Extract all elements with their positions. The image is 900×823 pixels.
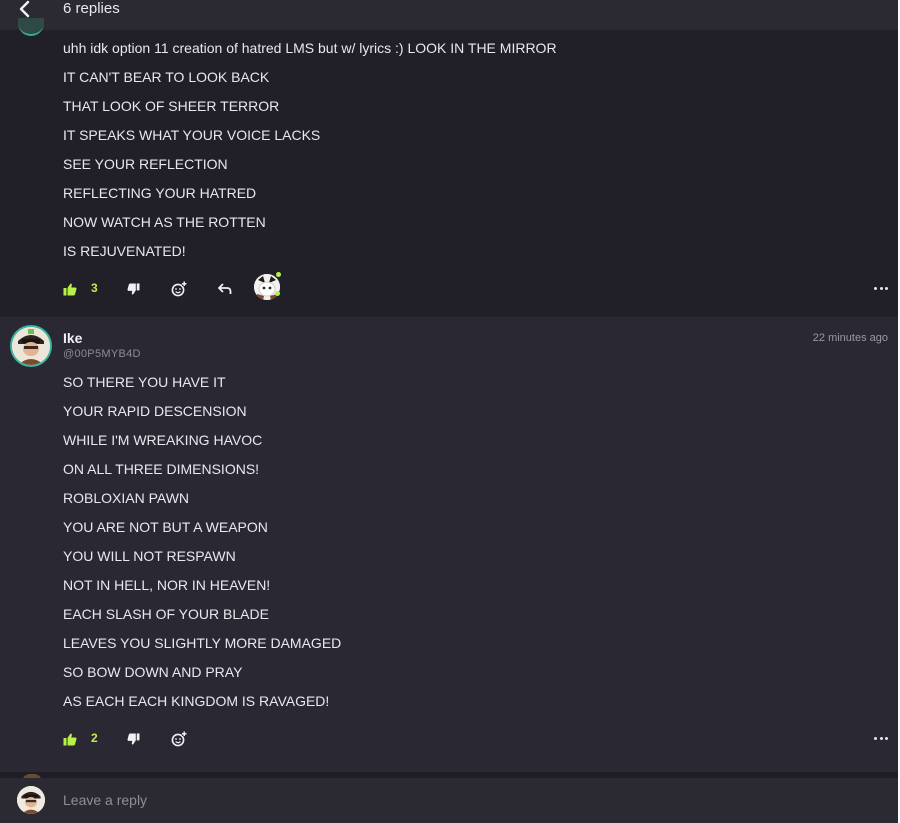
thumbs-down-icon (127, 283, 139, 295)
more-options-button[interactable] (874, 285, 888, 291)
add-reaction-icon (171, 731, 187, 747)
online-indicator (276, 272, 281, 277)
back-button[interactable] (14, 0, 36, 18)
reply-comment: uhh idk option 11 creation of hatred LMS… (0, 18, 900, 317)
comment-line: REFLECTING YOUR HATRED (63, 185, 257, 201)
comment-line: EACH SLASH OF YOUR BLADE (63, 606, 269, 622)
comment-timestamp: 22 minutes ago (812, 332, 888, 344)
author-handle[interactable]: @00P5MYB4D (63, 348, 141, 360)
thumbs-down-icon (127, 733, 139, 745)
more-options-button[interactable] (874, 735, 888, 741)
more-horizontal-icon (885, 736, 888, 740)
online-indicator (275, 291, 280, 296)
reactor-avatar[interactable] (254, 274, 280, 300)
avatar[interactable] (18, 18, 44, 36)
replies-list: uhh idk option 11 creation of hatred LMS… (0, 18, 900, 782)
comment-line: SO THERE YOU HAVE IT (63, 374, 226, 390)
reply-comment: Ike @00P5MYB4D 22 minutes ago SO THERE Y… (0, 317, 900, 772)
reply-arrow-icon (218, 283, 232, 294)
comment-line: WHILE I'M WREAKING HAVOC (63, 432, 263, 448)
avatar-image (254, 274, 280, 300)
comment-line: SEE YOUR REFLECTION (63, 156, 228, 172)
comment-line: LEAVES YOU SLIGHTLY MORE DAMAGED (63, 635, 342, 651)
more-horizontal-icon (879, 736, 883, 740)
comment-actions: 3 (0, 272, 900, 301)
like-count: 3 (91, 281, 98, 295)
author-avatar[interactable] (10, 325, 52, 367)
reply-button[interactable] (217, 277, 233, 301)
author-name[interactable]: Ike (63, 330, 82, 346)
comment-actions: 2 (0, 727, 900, 751)
add-reaction-icon (171, 281, 187, 297)
thumbs-up-icon (63, 732, 77, 745)
comment-body: SO THERE YOU HAVE IT YOUR RAPID DESCENSI… (63, 368, 900, 716)
comment-line: ROBLOXIAN PAWN (63, 490, 190, 506)
comment-line: NOW WATCH AS THE ROTTEN (63, 214, 266, 230)
reply-input[interactable] (63, 786, 883, 814)
chevron-left-icon (19, 0, 30, 18)
more-horizontal-icon (885, 286, 888, 290)
thumbs-up-icon (63, 282, 77, 295)
comment-line: THAT LOOK OF SHEER TERROR (63, 98, 280, 114)
avatar-image (17, 786, 45, 814)
add-reaction-button[interactable] (170, 277, 188, 301)
reply-count-title: 6 replies (63, 0, 120, 17)
comment-line: YOUR RAPID DESCENSION (63, 403, 247, 419)
dislike-button[interactable] (126, 727, 140, 751)
reply-composer (0, 778, 900, 823)
more-horizontal-icon (874, 736, 877, 740)
comment-line: YOU ARE NOT BUT A WEAPON (63, 519, 268, 535)
comment-body: uhh idk option 11 creation of hatred LMS… (63, 34, 900, 266)
comment-line: IT SPEAKS WHAT YOUR VOICE LACKS (63, 127, 321, 143)
comment-line: IT CAN'T BEAR TO LOOK BACK (63, 69, 270, 85)
comment-line: YOU WILL NOT RESPAWN (63, 548, 236, 564)
comment-line: uhh idk option 11 creation of hatred LMS… (63, 40, 557, 56)
comment-line: ON ALL THREE DIMENSIONS! (63, 461, 260, 477)
reply-thread-view: 6 replies uhh idk option 11 creation of … (0, 0, 900, 823)
current-user-avatar (17, 786, 45, 814)
like-count: 2 (91, 731, 98, 745)
more-horizontal-icon (879, 286, 883, 290)
like-button[interactable] (62, 727, 78, 751)
comment-line: IS REJUVENATED! (63, 243, 186, 259)
thread-header: 6 replies (0, 0, 900, 30)
dislike-button[interactable] (126, 277, 140, 301)
like-button[interactable] (62, 277, 78, 301)
comment-line: SO BOW DOWN AND PRAY (63, 664, 243, 680)
more-horizontal-icon (874, 286, 877, 290)
comment-line: NOT IN HELL, NOR IN HEAVEN! (63, 577, 271, 593)
add-reaction-button[interactable] (170, 727, 188, 751)
comment-line: AS EACH EACH KINGDOM IS RAVAGED! (63, 693, 330, 709)
avatar-image (12, 327, 50, 365)
